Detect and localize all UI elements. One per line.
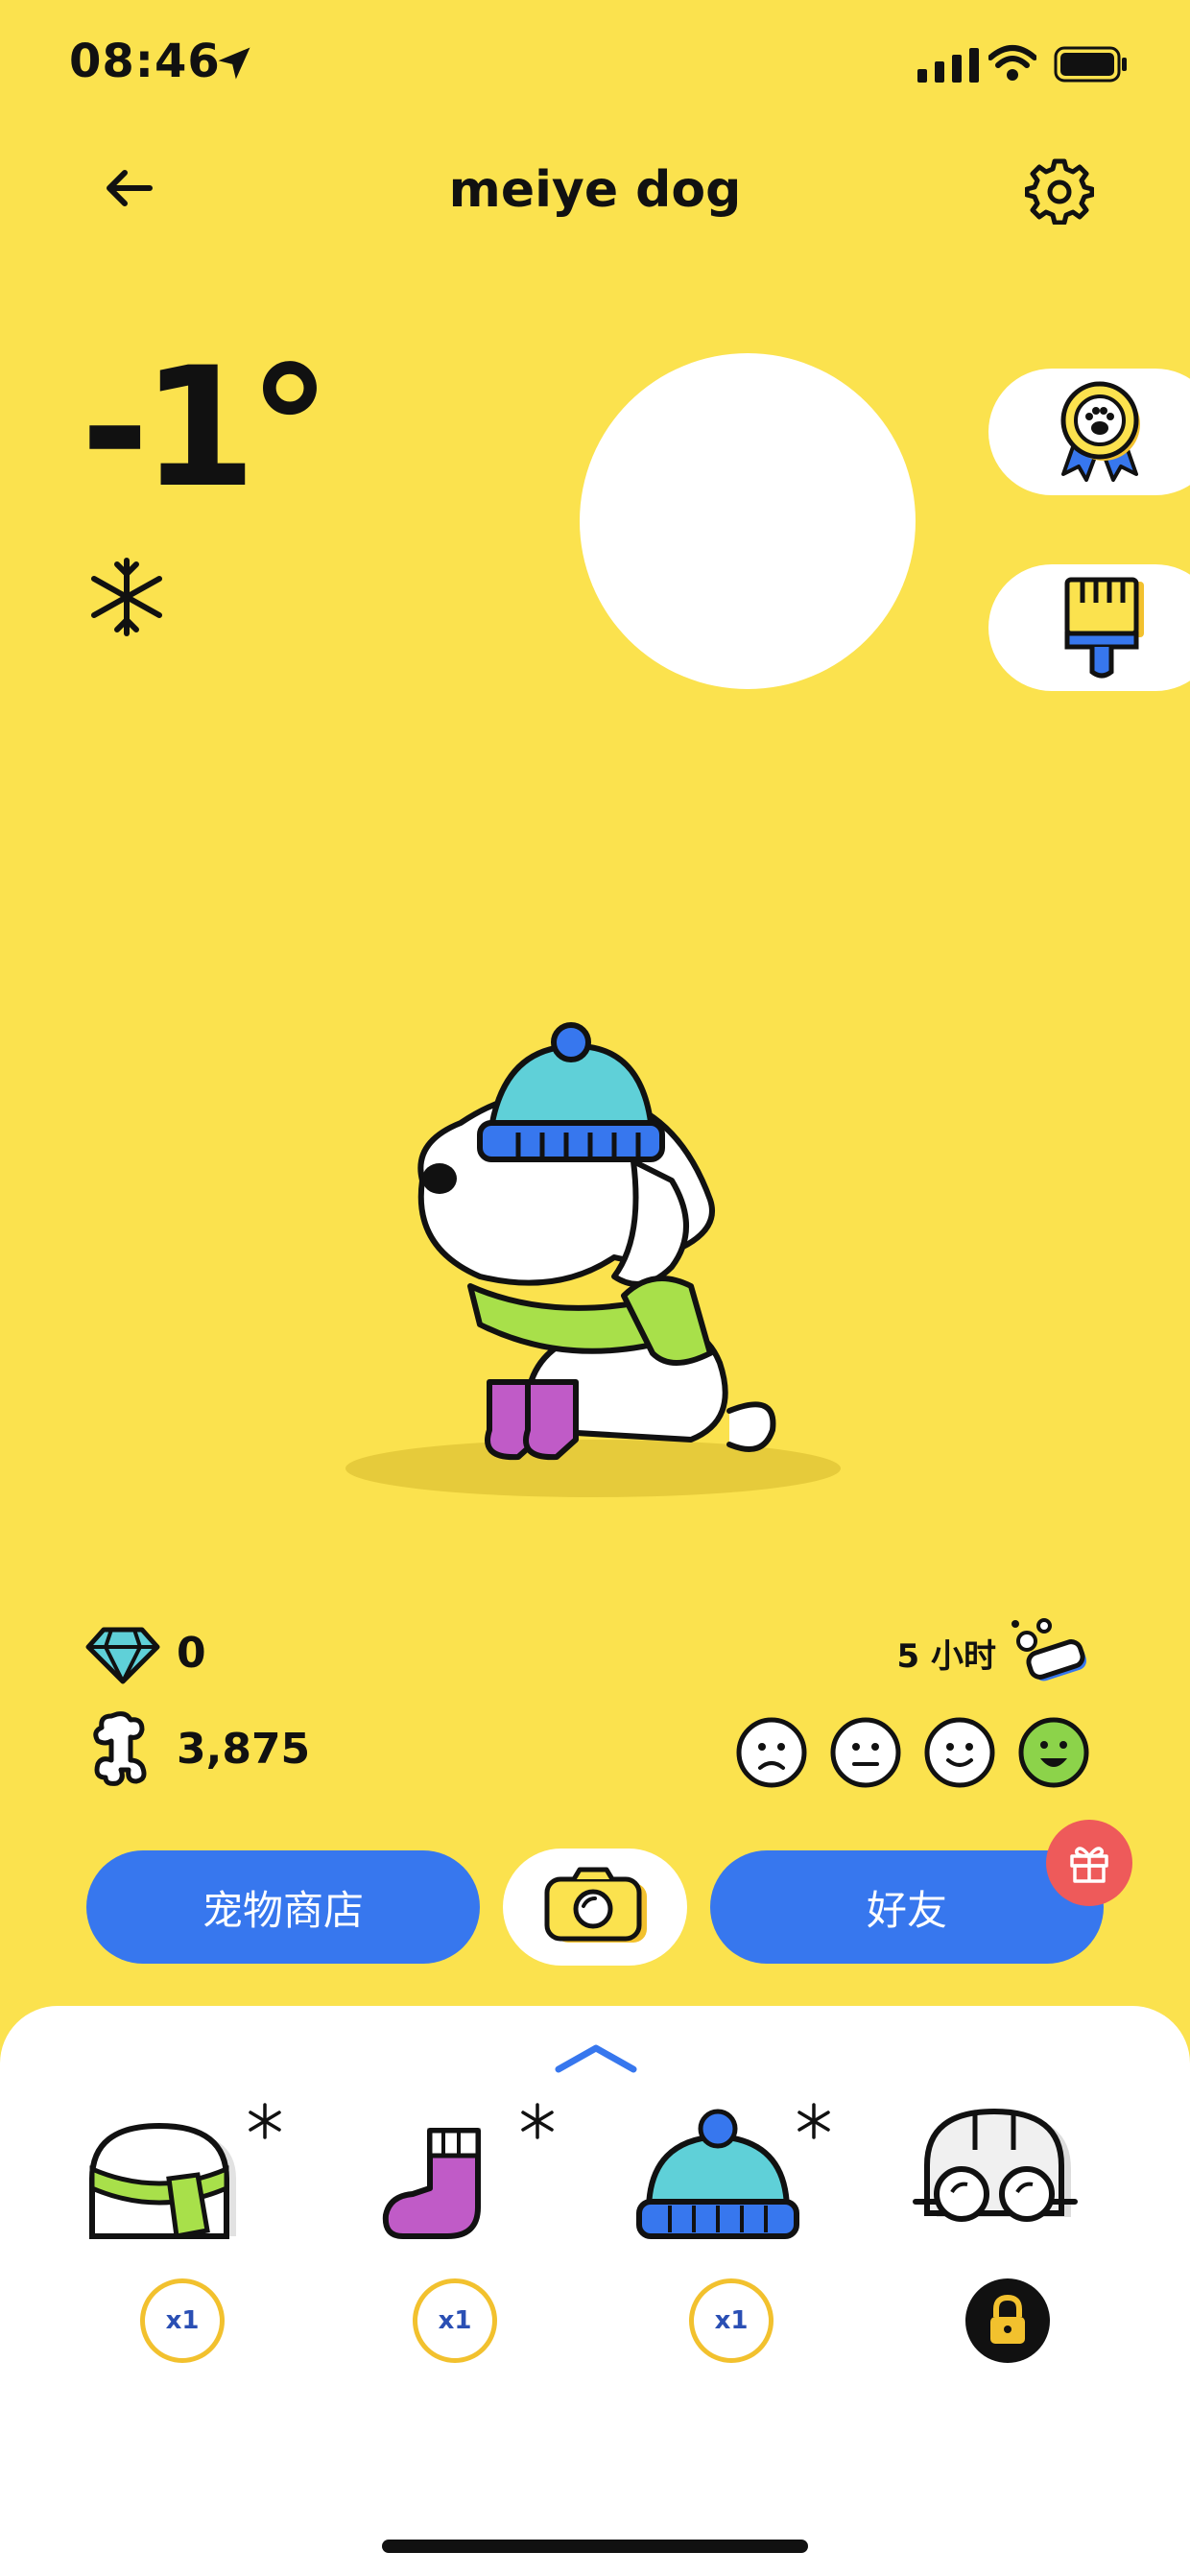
friends-button[interactable]: 好友: [710, 1850, 1104, 1964]
timer-text: 5 小时: [896, 1636, 997, 1676]
inventory-item-goggles-helmet[interactable]: [898, 2102, 1119, 2363]
bone-icon: [93, 1711, 147, 1786]
snowflake-icon: [249, 2103, 281, 2139]
temperature: -1°: [81, 331, 331, 524]
page-title: meiye dog: [448, 161, 742, 219]
award-ribbon-icon: [1060, 381, 1140, 482]
timer: 5 小时: [897, 1614, 1095, 1691]
mood-sad-icon[interactable]: [735, 1716, 808, 1789]
gems-counter: 0: [84, 1614, 206, 1691]
item-count: x1: [140, 2278, 225, 2363]
pet-shop-button[interactable]: 宠物商店: [86, 1850, 480, 1964]
soap-bubbles-icon: [1012, 1618, 1087, 1682]
snowflake-icon: [797, 2103, 830, 2139]
snowflake-icon: [521, 2103, 554, 2139]
sun: [580, 353, 916, 689]
gear-icon[interactable]: [1025, 155, 1094, 225]
paint-brush-button[interactable]: [988, 564, 1190, 691]
inventory-sheet: x1 x1 x1: [0, 2006, 1190, 2576]
pet-dog[interactable]: [384, 1008, 806, 1488]
gift-badge[interactable]: [1046, 1820, 1132, 1906]
mood-very-happy-icon[interactable]: [1017, 1716, 1090, 1789]
camera-button[interactable]: [503, 1849, 687, 1966]
item-count: x1: [413, 2278, 497, 2363]
bones-counter: 3,875: [84, 1710, 310, 1787]
snowflake-icon: [91, 558, 162, 636]
inventory-item-scarf[interactable]: x1: [73, 2102, 294, 2363]
achievements-button[interactable]: [988, 369, 1190, 495]
chevron-up-icon[interactable]: [553, 2040, 639, 2075]
inventory-item-beanie[interactable]: x1: [622, 2102, 843, 2363]
wifi-icon: [988, 45, 1036, 81]
inventory-item-socks[interactable]: x1: [345, 2102, 566, 2363]
paint-brush-icon: [1064, 577, 1144, 679]
lock-icon: [990, 2294, 1025, 2344]
bones-value: 3,875: [177, 1724, 311, 1774]
gems-value: 0: [177, 1628, 206, 1678]
location-arrow-icon: [218, 47, 250, 80]
battery-icon: [1054, 46, 1127, 83]
mood-happy-icon[interactable]: [923, 1716, 996, 1789]
mood-selector: [735, 1716, 1090, 1789]
diamond-icon: [85, 1627, 160, 1684]
locked-badge: [965, 2278, 1050, 2363]
item-count: x1: [689, 2278, 774, 2363]
camera-icon: [544, 1867, 647, 1943]
gift-icon: [1070, 1847, 1108, 1883]
status-time: 08:46: [69, 35, 221, 88]
goggles-helmet-icon: [913, 2108, 1078, 2222]
cellular-signal-icon: [917, 48, 979, 83]
mood-neutral-icon[interactable]: [829, 1716, 902, 1789]
home-indicator: [382, 2540, 808, 2553]
